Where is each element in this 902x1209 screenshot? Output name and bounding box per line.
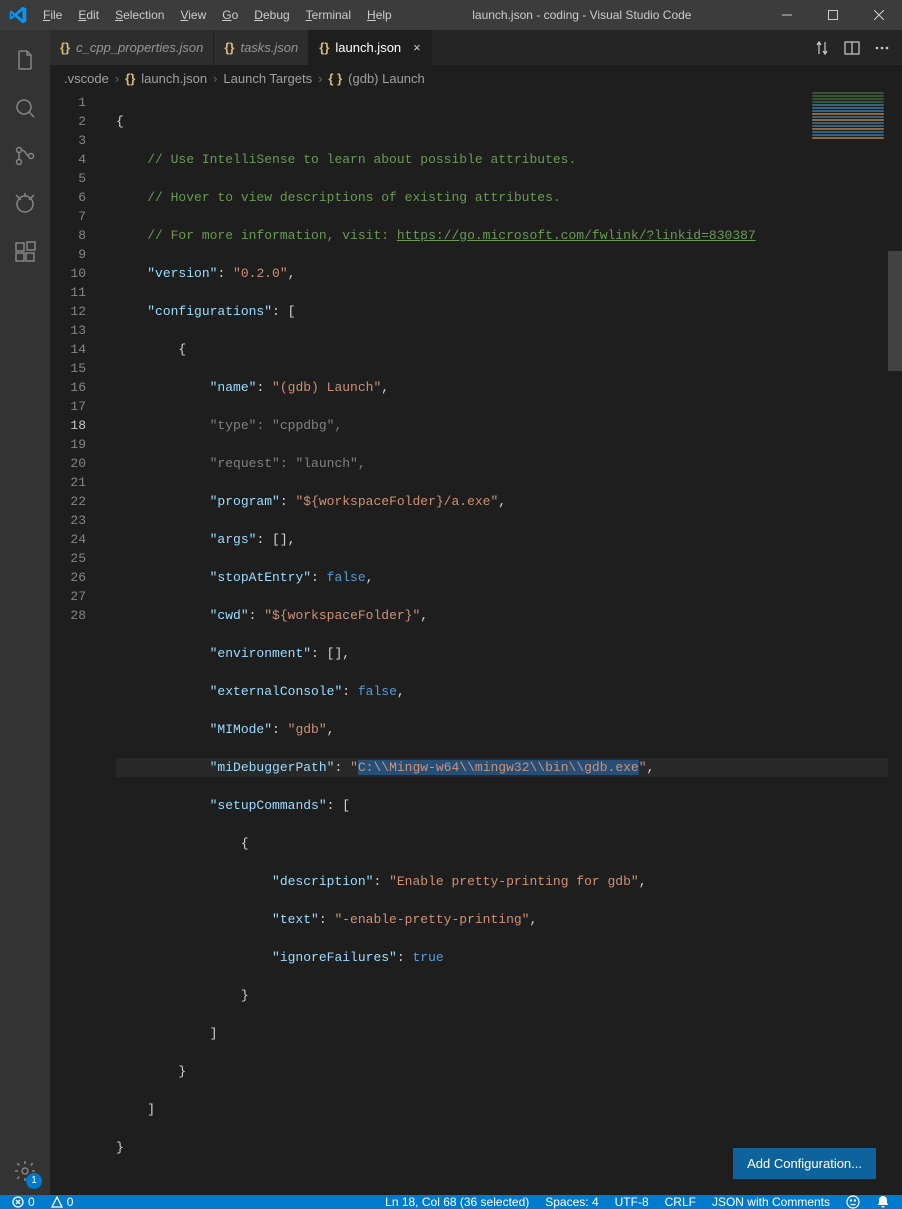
menu-edit[interactable]: Edit (70, 0, 107, 30)
status-warnings[interactable]: 0 (47, 1195, 78, 1209)
search-icon[interactable] (0, 84, 50, 132)
json-icon: {} (319, 40, 329, 55)
feedback-icon[interactable] (842, 1195, 864, 1209)
code-content[interactable]: { // Use IntelliSense to learn about pos… (100, 91, 902, 1195)
extensions-icon[interactable] (0, 228, 50, 276)
json-icon: { } (328, 71, 342, 86)
window-controls (764, 0, 902, 30)
status-encoding[interactable]: UTF-8 (611, 1195, 653, 1209)
editor-tabs: {} c_cpp_properties.json {} tasks.json {… (50, 30, 902, 65)
code-editor[interactable]: 1234 5678 9101112 13141516 17181920 2122… (50, 91, 902, 1195)
settings-icon[interactable]: 1 (0, 1147, 50, 1195)
chevron-right-icon: › (213, 71, 217, 86)
editor-area: {} c_cpp_properties.json {} tasks.json {… (50, 30, 902, 1195)
chevron-right-icon: › (318, 71, 322, 86)
status-errors[interactable]: 0 (8, 1195, 39, 1209)
json-icon: {} (60, 40, 70, 55)
menu-file[interactable]: File (35, 0, 70, 30)
menu-terminal[interactable]: Terminal (298, 0, 359, 30)
explorer-icon[interactable] (0, 36, 50, 84)
breadcrumbs[interactable]: .vscode › {} launch.json › Launch Target… (50, 65, 902, 91)
status-indentation[interactable]: Spaces: 4 (541, 1195, 602, 1209)
activity-bar: 1 (0, 30, 50, 1195)
breadcrumb-file[interactable]: launch.json (141, 71, 207, 86)
titlebar: File Edit Selection View Go Debug Termin… (0, 0, 902, 30)
add-configuration-button[interactable]: Add Configuration... (733, 1148, 876, 1179)
tab-label: c_cpp_properties.json (76, 40, 203, 55)
chevron-right-icon: › (115, 71, 119, 86)
tab-tasks-json[interactable]: {} tasks.json (214, 30, 309, 65)
menubar: File Edit Selection View Go Debug Termin… (35, 0, 400, 30)
tab-launch-json[interactable]: {} launch.json × (309, 30, 432, 65)
vertical-scrollbar[interactable] (888, 91, 902, 1195)
window-title: launch.json - coding - Visual Studio Cod… (400, 8, 764, 22)
breadcrumb-folder[interactable]: .vscode (64, 71, 109, 86)
status-bar: 0 0 Ln 18, Col 68 (36 selected) Spaces: … (0, 1195, 902, 1209)
menu-go[interactable]: Go (214, 0, 246, 30)
minimap[interactable] (808, 91, 888, 211)
json-icon: {} (125, 71, 135, 86)
debug-icon[interactable] (0, 180, 50, 228)
compare-changes-icon[interactable] (814, 40, 830, 56)
maximize-button[interactable] (810, 0, 856, 30)
main-area: 1 {} c_cpp_properties.json {} tasks.json… (0, 30, 902, 1195)
menu-view[interactable]: View (172, 0, 214, 30)
menu-debug[interactable]: Debug (246, 0, 297, 30)
tab-c-cpp-properties[interactable]: {} c_cpp_properties.json (50, 30, 214, 65)
selected-text: C:\\Mingw-w64\\mingw32\\bin\\gdb.exe (358, 760, 639, 775)
line-number-gutter: 1234 5678 9101112 13141516 17181920 2122… (50, 91, 100, 1195)
tab-label: tasks.json (240, 40, 298, 55)
json-icon: {} (224, 40, 234, 55)
menu-help[interactable]: Help (359, 0, 400, 30)
source-control-icon[interactable] (0, 132, 50, 180)
breadcrumb-target[interactable]: (gdb) Launch (348, 71, 425, 86)
split-editor-icon[interactable] (844, 40, 860, 56)
tab-label: launch.json (335, 40, 401, 55)
tab-actions (802, 30, 902, 65)
more-actions-icon[interactable] (874, 40, 890, 56)
breadcrumb-section[interactable]: Launch Targets (223, 71, 312, 86)
menu-selection[interactable]: Selection (107, 0, 172, 30)
status-language-mode[interactable]: JSON with Comments (708, 1195, 834, 1209)
settings-badge: 1 (26, 1173, 42, 1189)
minimize-button[interactable] (764, 0, 810, 30)
close-tab-icon[interactable]: × (413, 40, 421, 55)
status-cursor-position[interactable]: Ln 18, Col 68 (36 selected) (381, 1195, 533, 1209)
close-button[interactable] (856, 0, 902, 30)
notifications-icon[interactable] (872, 1195, 894, 1209)
scrollbar-thumb[interactable] (888, 251, 902, 371)
vscode-logo-icon (0, 6, 35, 24)
status-eol[interactable]: CRLF (661, 1195, 700, 1209)
